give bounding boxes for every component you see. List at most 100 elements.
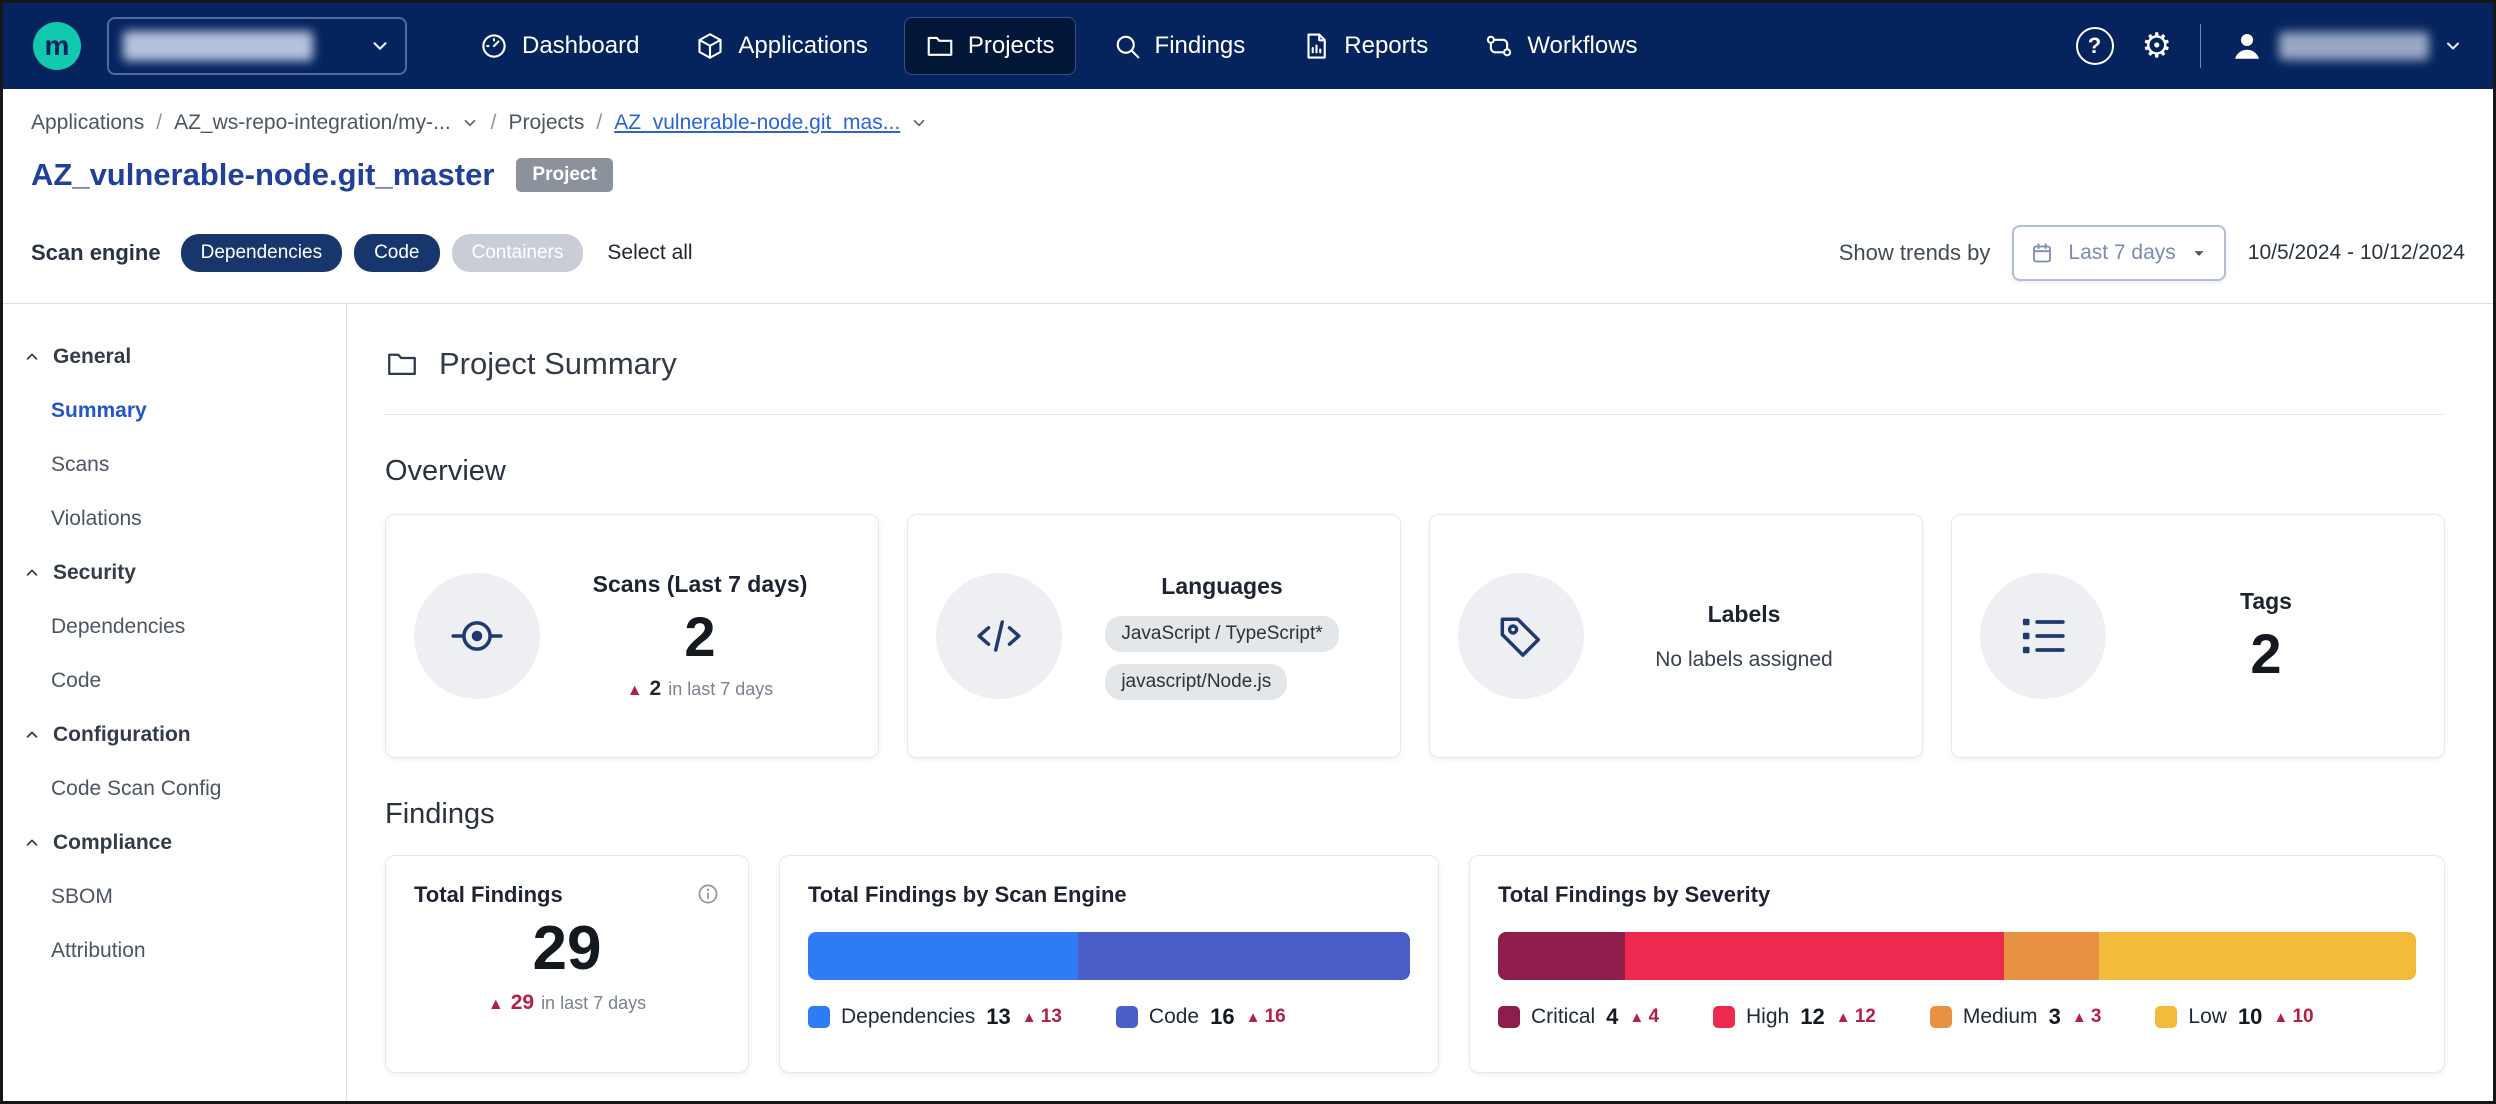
trends-controls: Show trends by Last 7 days 10/5/2024 - 1… xyxy=(1839,225,2465,281)
engine-pill-containers: Containers xyxy=(452,234,584,272)
search-icon xyxy=(1112,31,1142,61)
info-icon[interactable] xyxy=(696,882,720,906)
sidebar-section-compliance[interactable]: Compliance xyxy=(3,816,346,870)
engine-pill-code[interactable]: Code xyxy=(354,234,439,272)
findings-cards: Total Findings 29 29 in last 7 days Tota… xyxy=(385,855,2445,1073)
select-all-link[interactable]: Select all xyxy=(607,241,692,265)
scan-engine-bar: Scan engine Dependencies Code Containers… xyxy=(3,223,2493,283)
primary-nav: Dashboard Applications Projects Findings… xyxy=(459,17,1658,75)
legend-label: High xyxy=(1746,1005,1789,1029)
mend-logo: m xyxy=(33,22,81,70)
findings-by-engine-card: Total Findings by Scan Engine Dependenci… xyxy=(779,855,1439,1073)
chevron-down-icon[interactable] xyxy=(461,114,479,132)
nav-item-findings[interactable]: Findings xyxy=(1092,18,1266,74)
severity-legend: Critical 4 4 High 12 12 Medium 3 3 xyxy=(1498,1004,2416,1030)
legend-swatch xyxy=(1713,1006,1735,1028)
bar-segment-high xyxy=(1625,932,2005,980)
engine-pill-dependencies[interactable]: Dependencies xyxy=(181,234,342,272)
breadcrumb-applications[interactable]: Applications xyxy=(31,111,144,135)
chevron-up-icon xyxy=(23,348,41,366)
card-title: Languages xyxy=(1161,573,1282,600)
findings-heading: Findings xyxy=(385,798,2445,831)
sidebar-section-security[interactable]: Security xyxy=(3,546,346,600)
mend-app-window: { "colors": { "nav_bg": "#05235d", "bran… xyxy=(0,0,2496,1104)
legend-swatch xyxy=(1930,1006,1952,1028)
breadcrumb-separator: / xyxy=(596,111,602,135)
folder-icon xyxy=(385,347,419,381)
tags-value: 2 xyxy=(2250,625,2281,684)
sidebar-section-configuration[interactable]: Configuration xyxy=(3,708,346,762)
sidebar-item-violations[interactable]: Violations xyxy=(3,492,346,546)
trend-up-icon xyxy=(627,682,643,700)
sidebar-item-attribution[interactable]: Attribution xyxy=(3,924,346,978)
project-summary-title: Project Summary xyxy=(439,346,677,382)
language-chip: JavaScript / TypeScript* xyxy=(1105,616,1338,652)
user-menu[interactable] xyxy=(2229,28,2463,64)
languages-card: Languages JavaScript / TypeScript* javas… xyxy=(907,514,1401,758)
top-navigation-bar: m Dashboard Applications Projects xyxy=(3,3,2493,89)
severity-stacked-bar xyxy=(1498,932,2416,980)
chevron-down-icon xyxy=(2190,244,2208,262)
legend-label: Medium xyxy=(1963,1005,2038,1029)
scan-engine-label: Scan engine xyxy=(31,240,161,266)
user-avatar-icon xyxy=(2229,28,2265,64)
bar-segment-critical xyxy=(1498,932,1625,980)
nav-item-projects[interactable]: Projects xyxy=(904,17,1076,75)
sidebar-item-sbom[interactable]: SBOM xyxy=(3,870,346,924)
breadcrumb-separator: / xyxy=(156,111,162,135)
legend-label: Dependencies xyxy=(841,1005,975,1029)
legend-trend: 4 xyxy=(1629,1006,1659,1028)
legend-swatch xyxy=(1116,1006,1138,1028)
nav-item-applications[interactable]: Applications xyxy=(675,18,887,74)
breadcrumb-projects[interactable]: Projects xyxy=(509,111,585,135)
card-title: Total Findings by Severity xyxy=(1498,882,2416,908)
card-title: Total Findings xyxy=(414,882,563,908)
legend-item-dependencies: Dependencies 13 13 xyxy=(808,1004,1062,1030)
org-selector-redacted-value xyxy=(123,31,313,61)
nav-item-label: Dashboard xyxy=(522,32,639,60)
gear-icon[interactable] xyxy=(2142,29,2172,63)
engine-stacked-bar xyxy=(808,932,1410,980)
scans-card: Scans (Last 7 days) 2 2 in last 7 days xyxy=(385,514,879,758)
legend-value: 12 xyxy=(1800,1004,1824,1030)
total-findings-value: 29 xyxy=(414,916,720,981)
nav-item-reports[interactable]: Reports xyxy=(1281,18,1448,74)
legend-label: Critical xyxy=(1531,1005,1595,1029)
language-chips: JavaScript / TypeScript* javascript/Node… xyxy=(1105,616,1338,700)
bar-segment-code xyxy=(1078,932,1410,980)
nav-item-label: Projects xyxy=(968,32,1055,60)
trend-period-dropdown[interactable]: Last 7 days xyxy=(2012,225,2225,281)
breadcrumb-application-name[interactable]: AZ_ws-repo-integration/my-... xyxy=(174,111,451,135)
help-icon[interactable] xyxy=(2076,27,2114,65)
legend-item-critical: Critical 4 4 xyxy=(1498,1004,1659,1030)
chevron-down-icon[interactable] xyxy=(910,114,928,132)
sidebar-item-scans[interactable]: Scans xyxy=(3,438,346,492)
engine-legend: Dependencies 13 13 Code 16 16 xyxy=(808,1004,1410,1030)
scan-icon xyxy=(414,573,540,699)
overview-heading: Overview xyxy=(385,455,2445,488)
labels-card: Labels No labels assigned xyxy=(1429,514,1923,758)
chevron-down-icon xyxy=(369,35,391,57)
sidebar-item-dependencies[interactable]: Dependencies xyxy=(3,600,346,654)
scans-value: 2 xyxy=(684,608,715,667)
sidebar-item-summary[interactable]: Summary xyxy=(3,384,346,438)
breadcrumb-separator: / xyxy=(491,111,497,135)
nav-item-dashboard[interactable]: Dashboard xyxy=(459,18,659,74)
sidebar-section-general[interactable]: General xyxy=(3,330,346,384)
chevron-down-icon xyxy=(2443,36,2463,56)
breadcrumb-project-name[interactable]: AZ_vulnerable-node.git_mas... xyxy=(614,111,900,135)
legend-trend: 3 xyxy=(2072,1006,2102,1028)
project-summary-header: Project Summary xyxy=(385,346,2445,382)
nav-item-workflows[interactable]: Workflows xyxy=(1464,18,1657,74)
sidebar-item-code[interactable]: Code xyxy=(3,654,346,708)
sidebar-item-code-scan-config[interactable]: Code Scan Config xyxy=(3,762,346,816)
main-panel: Project Summary Overview Scans (Last 7 d… xyxy=(347,304,2493,1101)
code-icon xyxy=(936,573,1062,699)
org-selector[interactable] xyxy=(107,17,407,75)
chevron-up-icon xyxy=(23,564,41,582)
trend-up-icon xyxy=(488,996,504,1014)
language-chip: javascript/Node.js xyxy=(1105,664,1287,700)
tags-list-icon xyxy=(1980,573,2106,699)
calendar-icon xyxy=(2030,241,2054,265)
workflows-icon xyxy=(1484,31,1514,61)
